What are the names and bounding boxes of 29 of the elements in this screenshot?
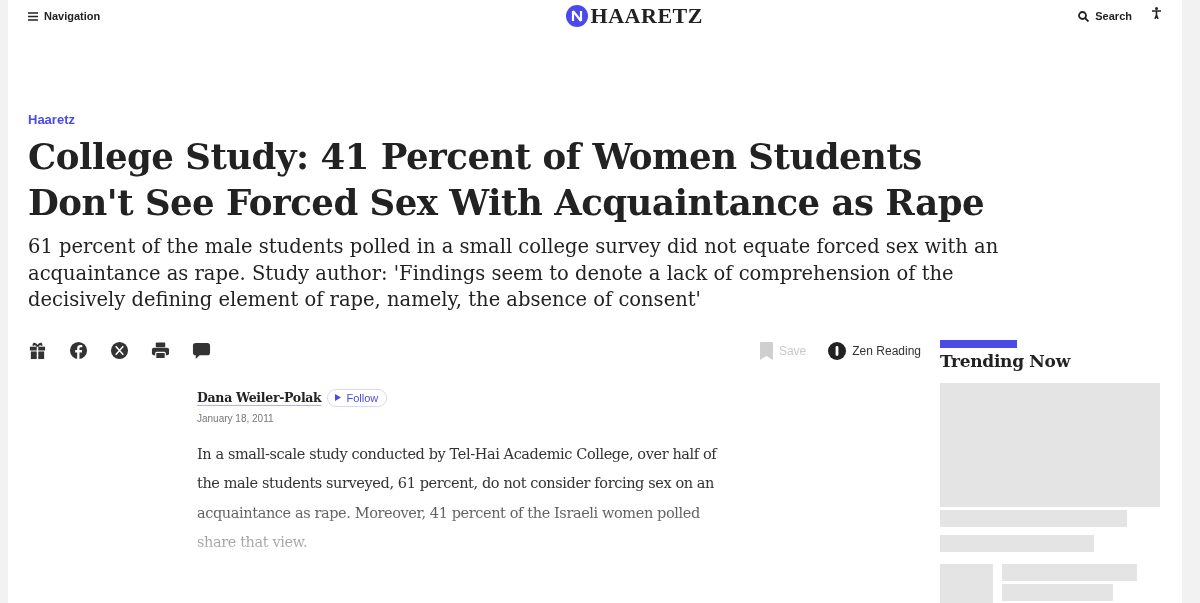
section-link[interactable]: Haaretz [28,112,75,127]
facebook-button[interactable] [69,341,88,360]
bookmark-icon [759,341,773,360]
search-button[interactable]: Search [1078,10,1132,22]
article-subtitle: 61 percent of the male students polled in a small college survey did not equate forced sex with an acquaintance as rape. Study author: 'Findings seem to denote a lack of comprehension of the decisively defining element of rape, namely, the absence of consent' [28,234,1000,313]
skeleton-thumbnail [940,563,993,603]
logo-wordmark: HAARETZ [590,3,703,29]
printer-icon [151,341,170,360]
menu-icon [28,11,38,21]
navigation-button[interactable]: Navigation [28,10,101,22]
gift-button[interactable] [28,341,47,360]
speech-bubble-icon [192,341,211,360]
print-button[interactable] [151,341,170,360]
zen-reading-icon [828,341,847,360]
gift-icon [28,341,47,360]
sidebar-heading: Trending Now [940,350,1072,371]
article-headline: College Study: 41 Percent of Women Students Don't See Forced Sex With Acquaintance as Rape [28,135,986,225]
author-link[interactable]: Dana Weiler-Polak [197,390,322,405]
x-icon [110,341,129,360]
x-share-button[interactable] [110,341,129,360]
publish-date: January 18, 2011 [197,412,275,424]
comment-button[interactable] [192,341,211,360]
facebook-icon [69,341,88,360]
follow-button[interactable]: Follow [327,388,388,407]
search-icon [1078,10,1090,22]
zen-reading-button[interactable]: Zen Reading [828,341,921,360]
logo-icon [565,5,588,27]
article-body: In a small-scale study conducted by Tel-Hai Academic College, over half of the male students surveyed, 61 percent, do not consider forcing sex on an acquaintance as rape. Moreover, 41 percent of the Israeli women polled share that view. [197,444,719,552]
accessibility-icon [1152,6,1161,19]
